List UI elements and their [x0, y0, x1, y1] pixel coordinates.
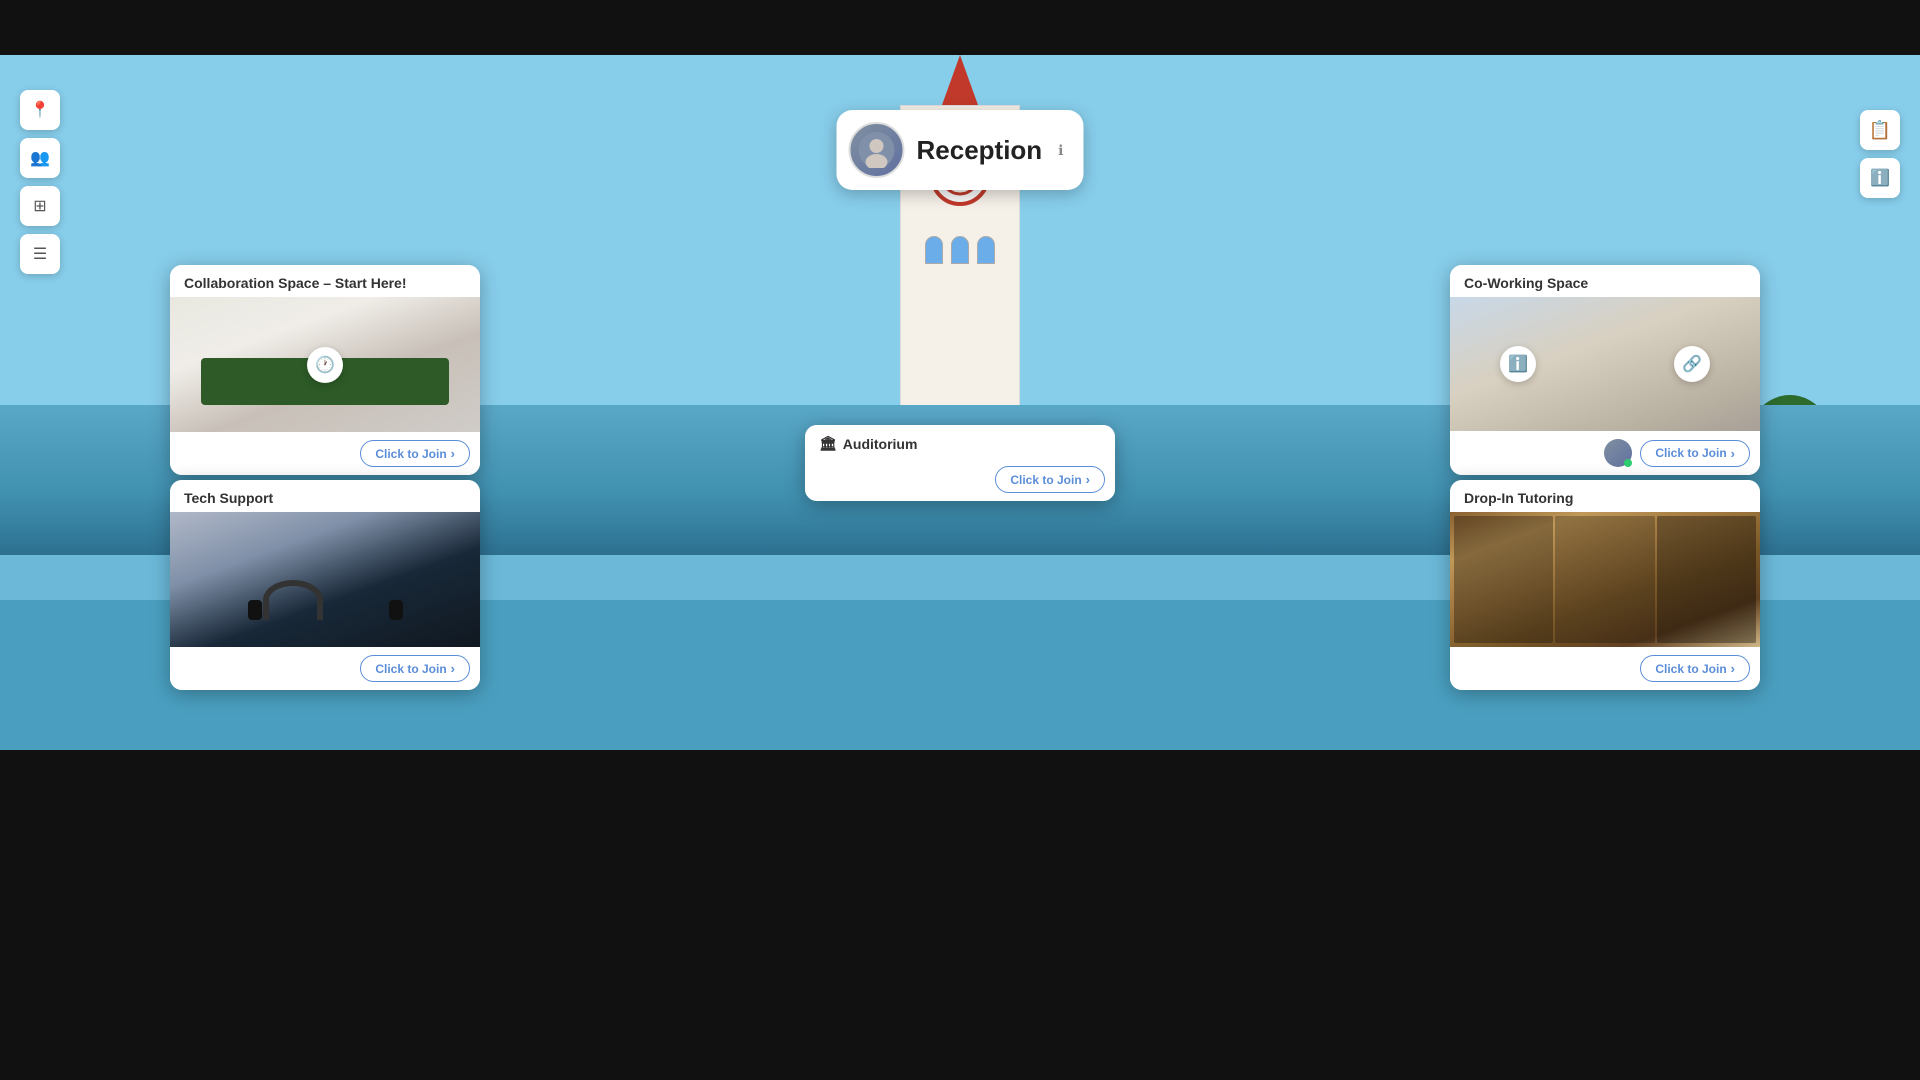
droptutoring-card[interactable]: Drop-In Tutoring Click to Join ›	[1450, 480, 1760, 690]
presentation-icon: 📋	[1869, 120, 1891, 141]
user-online-dot	[1624, 459, 1632, 467]
clock-icon: 🕐	[315, 355, 335, 375]
location-button[interactable]: 📍	[20, 90, 60, 130]
droptutoring-join-btn[interactable]: Click to Join ›	[1640, 655, 1750, 682]
collaboration-title: Collaboration Space – Start Here!	[170, 265, 480, 297]
join-chevron: ›	[451, 661, 455, 676]
join-label: Click to Join	[375, 447, 446, 461]
join-label: Click to Join	[1655, 446, 1726, 460]
coworking-room-img	[1450, 297, 1760, 431]
tower-spire	[942, 55, 978, 105]
techsupport-image	[170, 512, 480, 647]
auditorium-title-text: Auditorium	[843, 436, 918, 452]
join-label: Click to Join	[1655, 662, 1726, 676]
reception-title: Reception	[916, 135, 1042, 166]
collaboration-join-btn[interactable]: Click to Join ›	[360, 440, 470, 467]
collaboration-card[interactable]: Collaboration Space – Start Here! 🕐 Clic…	[170, 265, 480, 475]
headset-left-ear	[248, 600, 262, 620]
bottom-black-bar	[0, 750, 1920, 1080]
collaboration-marker: 🕐	[307, 347, 343, 383]
list-button[interactable]: ☰	[20, 234, 60, 274]
collaboration-footer: Click to Join ›	[170, 432, 480, 475]
techsupport-join-btn[interactable]: Click to Join ›	[360, 655, 470, 682]
bookshelves	[1450, 512, 1760, 647]
join-chevron: ›	[1731, 661, 1735, 676]
join-chevron: ›	[451, 446, 455, 461]
reception-bubble: Reception ℹ	[836, 110, 1083, 190]
people-button[interactable]: 👥	[20, 138, 60, 178]
join-label: Click to Join	[375, 662, 446, 676]
coworking-info-icon[interactable]: ℹ️	[1500, 346, 1536, 382]
auditorium-footer: Click to Join ›	[805, 458, 1115, 501]
coworking-footer: Click to Join ›	[1450, 431, 1760, 475]
grid-button[interactable]: ⊞	[20, 186, 60, 226]
techsupport-card[interactable]: Tech Support Click to Join ›	[170, 480, 480, 690]
headset-right-ear	[389, 600, 403, 620]
join-label: Click to Join	[1010, 473, 1081, 487]
reception-avatar	[848, 122, 904, 178]
auditorium-card[interactable]: 🏛 Auditorium	[805, 425, 1115, 501]
link-icon: 🔗	[1682, 354, 1702, 374]
coworking-card[interactable]: Co-Working Space ℹ️ 🔗 Click to Join ›	[1450, 265, 1760, 475]
auditorium-title: 🏛 Auditorium	[805, 425, 1115, 458]
techsupport-room-img	[170, 512, 480, 647]
coworking-image: ℹ️ 🔗	[1450, 297, 1760, 431]
coworking-join-btn[interactable]: Click to Join ›	[1640, 440, 1750, 467]
droptutoring-title: Drop-In Tutoring	[1450, 480, 1760, 512]
top-black-bar	[0, 0, 1920, 55]
headset-shape	[263, 580, 323, 620]
info-button[interactable]: ℹ️	[1860, 158, 1900, 198]
coworking-title: Co-Working Space	[1450, 265, 1760, 297]
techsupport-footer: Click to Join ›	[170, 647, 480, 690]
people-icon: 👥	[30, 148, 50, 168]
auditorium-icon: 🏛	[819, 435, 837, 452]
techsupport-title: Tech Support	[170, 480, 480, 512]
location-icon: 📍	[30, 100, 50, 120]
droptutoring-footer: Click to Join ›	[1450, 647, 1760, 690]
info-circle-icon: ℹ️	[1508, 354, 1528, 374]
sidebar-right: 📋 ℹ️	[1860, 110, 1900, 198]
droptutoring-image	[1450, 512, 1760, 647]
avatar-image	[858, 132, 894, 168]
coworking-user-avatar	[1604, 439, 1632, 467]
list-icon: ☰	[33, 244, 47, 264]
grid-icon: ⊞	[33, 196, 46, 216]
join-chevron: ›	[1086, 472, 1090, 487]
droptutoring-room-img	[1450, 512, 1760, 647]
collaboration-image: 🕐	[170, 297, 480, 432]
sidebar-left: 📍 👥 ⊞ ☰	[20, 90, 60, 274]
reception-info-icon[interactable]: ℹ	[1058, 142, 1063, 159]
join-chevron: ›	[1731, 446, 1735, 461]
auditorium-join-btn[interactable]: Click to Join ›	[995, 466, 1105, 493]
coworking-link-icon[interactable]: 🔗	[1674, 346, 1710, 382]
tower-windows	[925, 236, 995, 264]
presentation-button[interactable]: 📋	[1860, 110, 1900, 150]
info-icon: ℹ️	[1870, 168, 1890, 188]
